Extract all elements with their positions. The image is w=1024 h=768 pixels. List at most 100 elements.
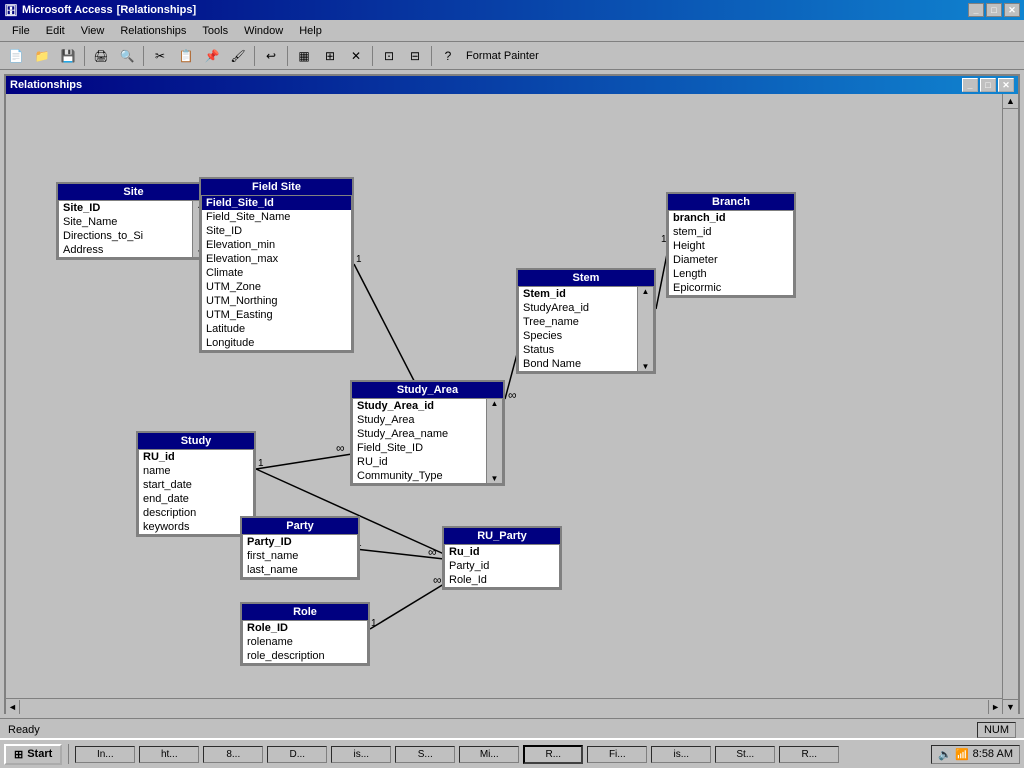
svg-text:∞: ∞ <box>336 441 345 455</box>
query-button[interactable]: ⊞ <box>318 45 342 67</box>
system-tray: 🔊 📶 8:58 AM <box>931 745 1020 764</box>
taskbar-item-4[interactable]: is... <box>331 746 391 763</box>
canvas-scroll-up[interactable]: ▲ <box>1003 94 1018 109</box>
table-button[interactable]: ▦ <box>292 45 316 67</box>
minimize-button[interactable]: _ <box>968 3 984 17</box>
taskbar-item-6[interactable]: Mi... <box>459 746 519 763</box>
field-study-area-id: Study_Area_id <box>353 399 502 413</box>
inner-close[interactable]: ✕ <box>998 78 1014 92</box>
field-study-area-name: Study_Area_name <box>353 427 502 441</box>
menu-help[interactable]: Help <box>291 23 330 39</box>
menu-relationships[interactable]: Relationships <box>112 23 194 39</box>
table-stem[interactable]: Stem Stem_id StudyArea_id Tree_name Spec… <box>516 268 656 374</box>
canvas-scroll-left[interactable]: ◄ <box>6 700 20 714</box>
stem-scroll-up[interactable]: ▲ <box>638 287 653 296</box>
preview-button[interactable]: 🔍 <box>115 45 139 67</box>
separator-3 <box>254 46 255 66</box>
delete-button[interactable]: ✕ <box>344 45 368 67</box>
table-field-site-header: Field Site <box>201 179 352 195</box>
canvas-vscroll[interactable]: ▲ ▼ <box>1002 94 1018 714</box>
separator-5 <box>372 46 373 66</box>
field-latitude: Latitude <box>202 322 351 336</box>
menu-view[interactable]: View <box>73 23 113 39</box>
taskbar-item-1[interactable]: ht... <box>139 746 199 763</box>
open-button[interactable]: 📁 <box>30 45 54 67</box>
print-button[interactable]: 🖨 <box>89 45 113 67</box>
format-painter-button[interactable]: 🖌 <box>226 45 250 67</box>
inner-minimize[interactable]: _ <box>962 78 978 92</box>
field-role-desc: role_description <box>243 649 367 663</box>
table-field-site[interactable]: Field Site Field_Site_Id Field_Site_Name… <box>199 177 354 353</box>
table-branch-header: Branch <box>668 194 794 210</box>
window-title: [Relationships] <box>117 4 196 16</box>
sa-scroll-down[interactable]: ▼ <box>487 474 502 483</box>
toolbar: 📄 📁 💾 🖨 🔍 ✂ 📋 📌 🖌 ↩ ▦ ⊞ ✕ ⊡ ⊟ ? Format P… <box>0 42 1024 70</box>
field-climate: Climate <box>202 266 351 280</box>
title-bar: 🗄 Microsoft Access [Relationships] _ □ ✕ <box>0 0 1024 20</box>
field-study-area: Study_Area <box>353 413 502 427</box>
menu-bar: File Edit View Relationships Tools Windo… <box>0 20 1024 42</box>
inner-title-bar: Relationships _ □ ✕ <box>6 76 1018 94</box>
copy-button[interactable]: 📋 <box>174 45 198 67</box>
menu-edit[interactable]: Edit <box>38 23 73 39</box>
taskbar-item-10[interactable]: St... <box>715 746 775 763</box>
stem-scroll-down[interactable]: ▼ <box>638 362 653 371</box>
new-button[interactable]: 📄 <box>4 45 28 67</box>
field-status: Status <box>519 343 653 357</box>
table-study[interactable]: Study RU_id name start_date end_date des… <box>136 431 256 537</box>
field-bond-name: Bond Name <box>519 357 653 371</box>
close-button[interactable]: ✕ <box>1004 3 1020 17</box>
format-painter-label: Format Painter <box>466 50 539 62</box>
start-label: Start <box>27 748 52 760</box>
field-ru-id-sa: RU_id <box>353 455 502 469</box>
table-site[interactable]: Site Site_ID Site_Name Directions_to_Si … <box>56 182 211 260</box>
field-branch-id: branch_id <box>669 211 793 225</box>
menu-tools[interactable]: Tools <box>194 23 236 39</box>
help-button[interactable]: ? <box>436 45 460 67</box>
table-branch[interactable]: Branch branch_id stem_id Height Diameter… <box>666 192 796 298</box>
field-species: Species <box>519 329 653 343</box>
table-ru-party[interactable]: RU_Party Ru_id Party_id Role_Id <box>442 526 562 590</box>
table-study-header: Study <box>138 433 254 449</box>
sa-scroll-up[interactable]: ▲ <box>487 399 502 408</box>
taskbar-item-11[interactable]: R... <box>779 746 839 763</box>
field-utm-zone: UTM_Zone <box>202 280 351 294</box>
taskbar-item-8[interactable]: Fi... <box>587 746 647 763</box>
maximize-button[interactable]: □ <box>986 3 1002 17</box>
taskbar-item-7[interactable]: R... <box>523 745 583 764</box>
toggle-button[interactable]: ⊡ <box>377 45 401 67</box>
field-longitude: Longitude <box>202 336 351 350</box>
table-party[interactable]: Party Party_ID first_name last_name <box>240 516 360 580</box>
undo-button[interactable]: ↩ <box>259 45 283 67</box>
taskbar-item-5[interactable]: S... <box>395 746 455 763</box>
field-ru-id: RU_id <box>139 450 253 464</box>
table-role[interactable]: Role Role_ID rolename role_description <box>240 602 370 666</box>
table-study-area[interactable]: Study_Area Study_Area_id Study_Area Stud… <box>350 380 505 486</box>
cut-button[interactable]: ✂ <box>148 45 172 67</box>
field-length: Length <box>669 267 793 281</box>
start-button[interactable]: ⊞ Start <box>4 744 62 765</box>
field-height: Height <box>669 239 793 253</box>
paste-button[interactable]: 📌 <box>200 45 224 67</box>
canvas-scroll-down[interactable]: ▼ <box>1003 699 1018 714</box>
field-role-id-rp: Role_Id <box>445 573 559 587</box>
inner-maximize[interactable]: □ <box>980 78 996 92</box>
field-role-id: Role_ID <box>243 621 367 635</box>
menu-window[interactable]: Window <box>236 23 291 39</box>
properties-button[interactable]: ⊟ <box>403 45 427 67</box>
field-site-id-fs: Site_ID <box>202 224 351 238</box>
menu-file[interactable]: File <box>4 23 38 39</box>
table-stem-header: Stem <box>518 270 654 286</box>
save-button[interactable]: 💾 <box>56 45 80 67</box>
tray-icons: 🔊 📶 <box>938 748 968 761</box>
svg-text:1: 1 <box>258 458 264 469</box>
taskbar-item-9[interactable]: is... <box>651 746 711 763</box>
taskbar-item-2[interactable]: 8... <box>203 746 263 763</box>
taskbar-item-3[interactable]: D... <box>267 746 327 763</box>
canvas-scroll-right[interactable]: ► <box>988 700 1002 714</box>
canvas-hscroll[interactable]: ◄ ► <box>6 698 1002 714</box>
taskbar-item-0[interactable]: In... <box>75 746 135 763</box>
separator-2 <box>143 46 144 66</box>
table-site-header: Site <box>58 184 209 200</box>
svg-text:1: 1 <box>356 254 362 265</box>
